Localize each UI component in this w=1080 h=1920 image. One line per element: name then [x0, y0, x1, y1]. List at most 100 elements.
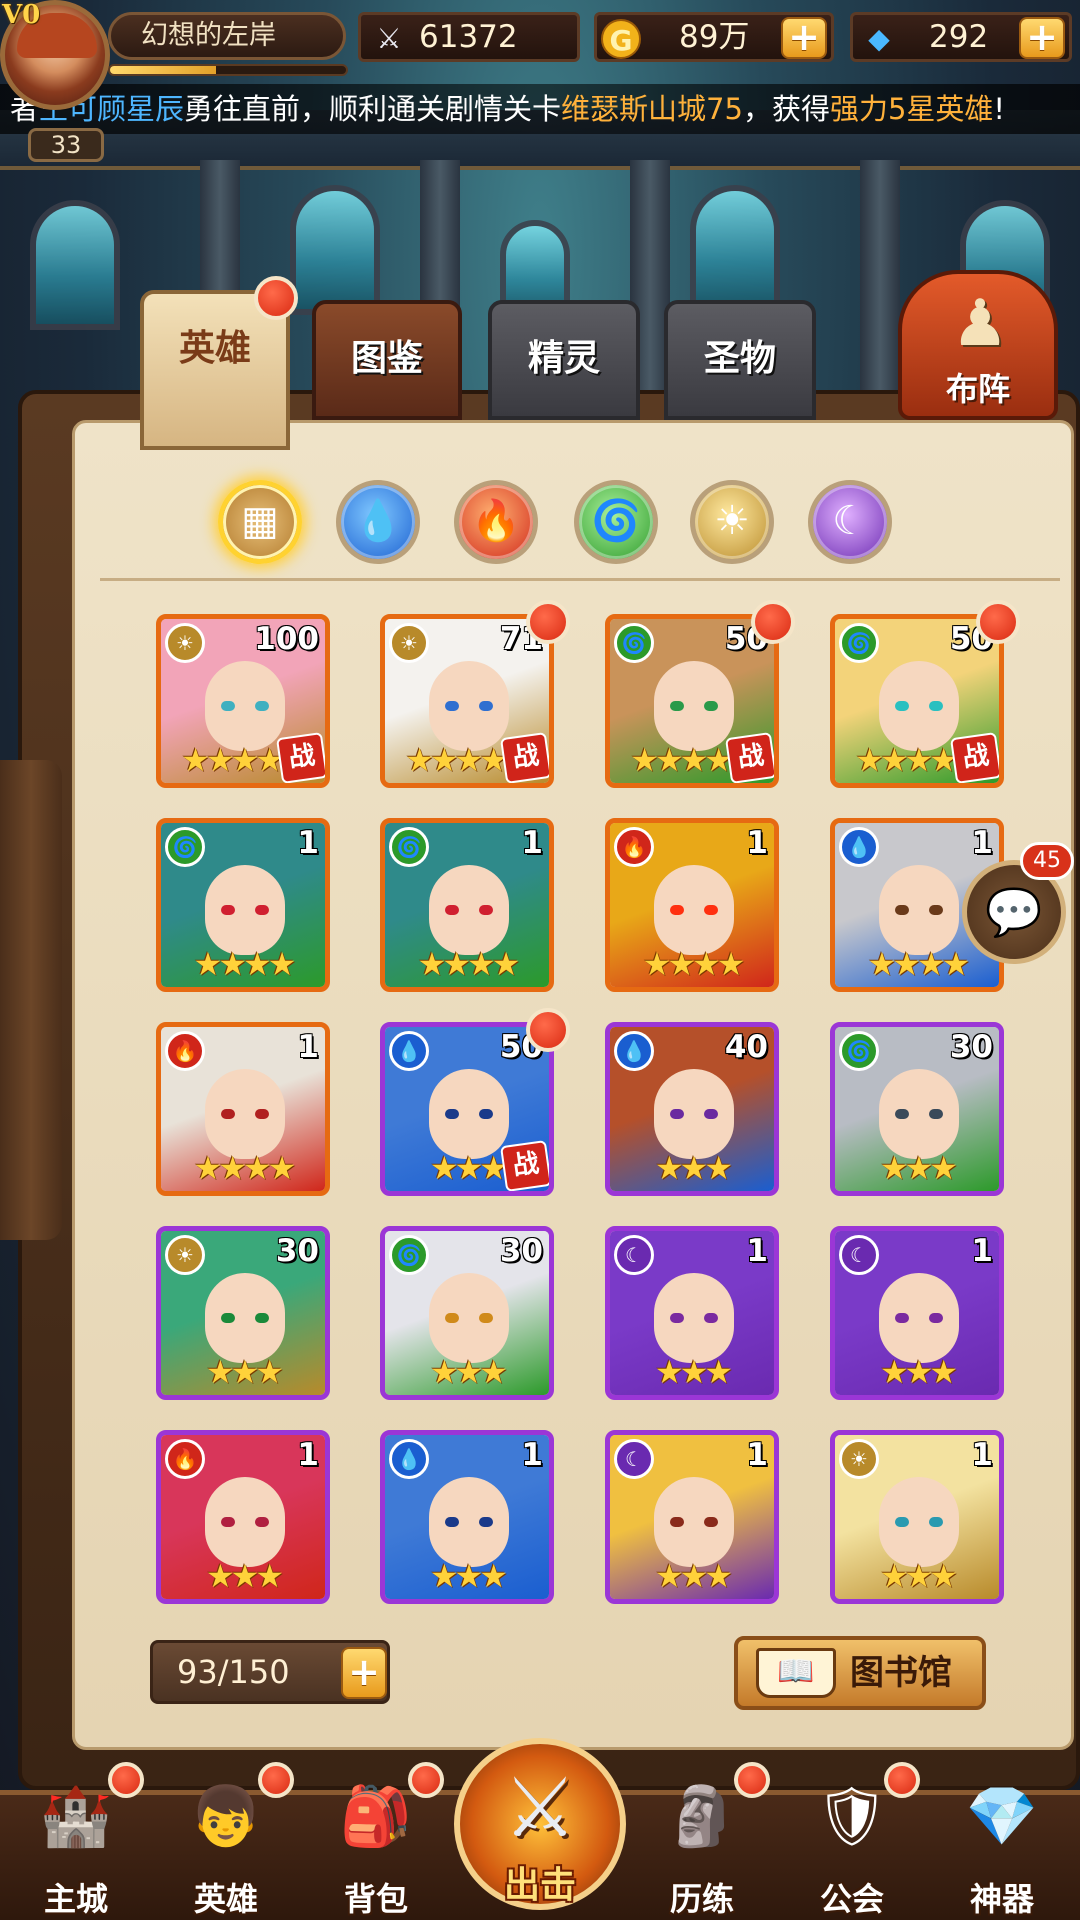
hero-card[interactable]: 🔥 1 ★★★: [156, 1430, 330, 1604]
hero-eye: [895, 905, 909, 915]
background-pillar: [860, 160, 900, 420]
hero-card[interactable]: ☀ 30 ★★★: [156, 1226, 330, 1400]
chat-unread-count: 45: [1020, 842, 1074, 880]
hero-eye: [670, 905, 684, 915]
tab-label: 英雄: [178, 328, 251, 369]
gems-display: ◆ 292 +: [850, 12, 1072, 62]
ticker-text: ，获得: [742, 92, 830, 126]
in-battle-badge: 战: [500, 732, 549, 783]
capacity-value: 93/150: [177, 1653, 290, 1691]
announcement-ticker: 者王可顾星辰勇往直前，顺利通关剧情关卡维瑟斯山城75，获得强力5星英雄!: [0, 84, 1080, 134]
formation-button[interactable]: ♟ 布阵: [898, 270, 1058, 420]
light-element-icon: ☀: [839, 1439, 879, 1479]
hero-card[interactable]: ☾ 1 ★★★: [605, 1226, 779, 1400]
hero-card[interactable]: 🌀 50 ★★★★★ 战: [605, 614, 779, 788]
tab-codex[interactable]: 图鉴: [312, 300, 462, 420]
filter-wind-button[interactable]: 🌀: [574, 480, 658, 564]
expand-capacity-button[interactable]: +: [341, 1647, 387, 1699]
hero-card[interactable]: ☀ 71 ★★★★★ 战: [380, 614, 554, 788]
player-name: 幻想的左岸: [108, 12, 346, 60]
notification-dot: [751, 600, 795, 644]
gold-coin-icon: G: [601, 19, 641, 59]
chess-pieces-icon: ♟: [951, 287, 1009, 361]
diamond-icon: ◆: [868, 22, 890, 55]
ticker-suffix: !: [993, 92, 1006, 126]
attack-button[interactable]: ⚔ 出击: [454, 1738, 626, 1910]
filter-all-button[interactable]: ▦: [218, 480, 302, 564]
nav-item[interactable]: 💎 神器: [932, 1760, 1072, 1920]
light-element-icon: ☀: [165, 1235, 205, 1275]
filter-light-button[interactable]: ☀: [690, 480, 774, 564]
wind-element-icon: 🌀: [591, 498, 641, 544]
gold-display: G 89万 +: [594, 12, 834, 62]
tab-relics[interactable]: 圣物: [664, 300, 816, 420]
hero-level: 100: [254, 621, 319, 657]
hero-card[interactable]: 🌀 1 ★★★★: [156, 818, 330, 992]
dark-element-icon: ☾: [614, 1439, 654, 1479]
filter-dark-button[interactable]: ☾: [808, 480, 892, 564]
hero-eye: [704, 1313, 718, 1323]
nav-label: 历练: [669, 1880, 734, 1918]
hero-card[interactable]: 🌀 30 ★★★: [830, 1022, 1004, 1196]
dark-element-icon: ☾: [839, 1235, 879, 1275]
hero-face: [429, 661, 509, 751]
in-battle-badge: 战: [500, 1140, 549, 1191]
notification-dot: [884, 1762, 920, 1798]
hero-face: [429, 865, 509, 955]
hero-card[interactable]: 💧 1 ★★★: [380, 1430, 554, 1604]
hero-card[interactable]: 🔥 1 ★★★★: [605, 818, 779, 992]
gems-value: 292: [929, 19, 989, 55]
hero-card[interactable]: 🌀 1 ★★★★: [380, 818, 554, 992]
filter-fire-button[interactable]: 🔥: [454, 480, 538, 564]
hero-capacity: 93/150 +: [150, 1640, 390, 1704]
hero-stars: ★★★: [654, 1557, 733, 1595]
hero-card[interactable]: 💧 40 ★★★: [605, 1022, 779, 1196]
in-battle-badge: 战: [725, 732, 774, 783]
hero-card[interactable]: ☀ 1 ★★★: [830, 1430, 1004, 1604]
tab-spirits[interactable]: 精灵: [488, 300, 640, 420]
tab-label: 圣物: [703, 338, 776, 379]
ticker-stage: 维瑟斯山城75: [561, 92, 743, 126]
wind-element-icon: 🌀: [614, 623, 654, 663]
nav-label: 背包: [343, 1880, 408, 1918]
hero-card[interactable]: ☾ 1 ★★★: [830, 1226, 1004, 1400]
notification-dot: [408, 1762, 444, 1798]
hero-level: 1: [746, 825, 768, 861]
hero-eye: [255, 701, 269, 711]
library-button[interactable]: 📖 图书馆: [734, 1636, 986, 1710]
hero-eye: [445, 1313, 459, 1323]
hero-face: [429, 1069, 509, 1159]
exp-fill: [110, 66, 217, 74]
book-spine: [0, 760, 62, 1240]
water-element-icon: 💧: [614, 1031, 654, 1071]
hero-card[interactable]: 🔥 1 ★★★★: [156, 1022, 330, 1196]
light-element-icon: ☀: [165, 623, 205, 663]
fire-element-icon: 🔥: [165, 1031, 205, 1071]
hero-stars: ★★★: [205, 1557, 284, 1595]
all-element-icon: ▦: [241, 498, 279, 544]
hero-card[interactable]: 🌀 30 ★★★: [380, 1226, 554, 1400]
filter-water-button[interactable]: 💧: [336, 480, 420, 564]
water-element-icon: 💧: [839, 827, 879, 867]
hero-eye: [479, 1313, 493, 1323]
water-element-icon: 💧: [389, 1031, 429, 1071]
water-element-icon: 💧: [389, 1439, 429, 1479]
wind-element-icon: 🌀: [389, 827, 429, 867]
add-gold-button[interactable]: +: [781, 17, 827, 59]
wind-element-icon: 🌀: [839, 1031, 879, 1071]
hero-stars: ★★★: [205, 1353, 284, 1391]
hero-eye: [221, 905, 235, 915]
add-gems-button[interactable]: +: [1019, 17, 1065, 59]
hero-card[interactable]: 🌀 50 ★★★★★ 战: [830, 614, 1004, 788]
hero-card[interactable]: 💧 50 ★★★ 战: [380, 1022, 554, 1196]
crossed-swords-icon: ⚔: [376, 22, 402, 55]
hero-stars: ★★★: [879, 1353, 958, 1391]
fire-element-icon: 🔥: [165, 1439, 205, 1479]
hero-card[interactable]: ☾ 1 ★★★: [605, 1430, 779, 1604]
dark-element-icon: ☾: [614, 1235, 654, 1275]
hero-level: 30: [949, 1029, 993, 1065]
fire-element-icon: 🔥: [471, 498, 521, 544]
hero-card[interactable]: ☀ 100 ★★★★★ 战: [156, 614, 330, 788]
hero-eye: [255, 1313, 269, 1323]
ticker-text: 勇往直前，顺利通关剧情关卡: [184, 92, 562, 126]
